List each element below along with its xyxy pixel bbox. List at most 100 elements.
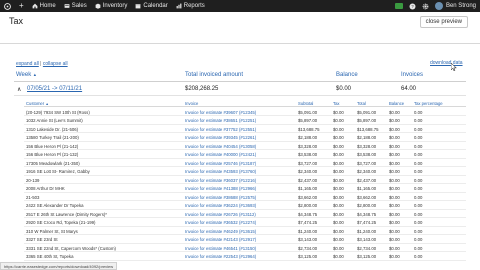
row-invoice-link[interactable]: Invoice for estimate #37752 (#12551) xyxy=(185,127,256,132)
row-balance: $0.00 xyxy=(389,245,400,251)
week-divider xyxy=(14,95,466,96)
page-header xyxy=(0,12,480,44)
column-header-week-label: Week xyxy=(16,72,32,78)
row-invoice-link[interactable]: Invoice for estimate #36037 (#12216) xyxy=(185,178,256,183)
row-tax: $0.00 xyxy=(333,254,344,259)
row-subtotal: $2,734.00 xyxy=(298,245,318,251)
nav-home[interactable]: Home xyxy=(32,3,56,9)
expand-collapse-links: expand all | collapse all xyxy=(16,61,68,67)
row-invoice-link[interactable]: Invoice for estimate #22543 (#12964) xyxy=(185,254,256,259)
row-customer: 21-503 xyxy=(26,194,40,200)
row-invoice-link[interactable]: Invoice for estimate #25746 (#13187) xyxy=(185,161,256,166)
row-invoice-link[interactable]: Invoice for estimate #39607 (#12345) xyxy=(185,110,256,115)
row-balance: $0.00 xyxy=(389,160,400,166)
row-invoice-link[interactable]: Invoice for estimate #36224 (#13693) xyxy=(185,203,256,208)
nav-reports-label: Reports xyxy=(183,3,205,9)
row-subtotal: $3,538.00 xyxy=(298,152,318,157)
row-tax-percentage: 0.00 xyxy=(414,177,423,183)
row-customer: 17305 Meadowlark (21-350) xyxy=(26,160,80,166)
row-invoice-link[interactable]: Invoice for estimate #42143 (#12917) xyxy=(185,237,256,242)
column-header-total-invoiced[interactable]: Total invoiced amount xyxy=(185,72,243,78)
collapse-all-link[interactable]: collapse all xyxy=(43,61,68,67)
row-subtotal: $3,662.00 xyxy=(298,194,318,200)
row-invoice-link[interactable]: Invoice for estimate #40000 (#12421) xyxy=(185,152,256,157)
top-right-controls: ? Ben Strong xyxy=(389,0,476,12)
row-tax: $0.00 xyxy=(333,160,344,166)
row-tax: $0.00 xyxy=(333,203,344,208)
help-icon[interactable]: ? xyxy=(409,2,416,10)
week-invoices: 64.00 xyxy=(401,86,417,92)
add-icon[interactable]: + xyxy=(19,2,24,10)
row-invoice-link[interactable]: Invoice for estimate #26726 (#13112) xyxy=(185,212,256,217)
row-balance: $0.00 xyxy=(389,211,400,217)
row-tax-percentage: 0.00 xyxy=(414,194,423,200)
row-invoice-link[interactable]: Invoice for estimate #38688 (#12575) xyxy=(185,195,256,200)
row-tax: $0.00 xyxy=(333,228,344,234)
row-tax-percentage: 0.00 xyxy=(414,135,423,140)
table-row: (20-129) 7934 SW 10th St (Ross) Invoice f… xyxy=(24,108,466,116)
row-invoice-link[interactable]: Invoice for estimate #43593 (#13760) xyxy=(185,169,256,174)
row-invoice-link[interactable]: Invoice for estimate #38651 (#12251) xyxy=(185,118,256,123)
calendar-icon xyxy=(135,4,141,9)
nav-inventory[interactable]: Inventory xyxy=(95,3,128,9)
week-range-link[interactable]: 07/05/21 -> 07/11/21 xyxy=(27,86,82,92)
row-total: $13,688.75 xyxy=(357,126,379,132)
detail-header-divider xyxy=(24,106,466,107)
row-invoice-link[interactable]: Invoice for estimate #46249 (#13615) xyxy=(185,229,256,234)
extension-badge-icon[interactable] xyxy=(394,3,403,9)
reports-icon xyxy=(176,3,182,9)
nav-reports[interactable]: Reports xyxy=(176,3,205,9)
close-preview-button[interactable]: close preview xyxy=(419,16,468,28)
row-tax-percentage: 0.00 xyxy=(414,118,423,123)
row-total: $2,188.00 xyxy=(357,135,377,140)
row-tax: $0.00 xyxy=(333,194,344,200)
row-invoice-link[interactable]: Invoice for estimate #39345 (#12261) xyxy=(185,135,256,140)
sort-asc-icon: ▲ xyxy=(32,72,37,77)
row-total: $1,240.00 xyxy=(357,228,377,234)
row-tax-percentage: 0.00 xyxy=(414,152,423,157)
row-balance: $0.00 xyxy=(389,254,400,259)
row-tax-percentage: 0.00 xyxy=(414,237,423,242)
table-row: 3327 SE 23rd St Invoice for estimate #421… xyxy=(24,236,466,244)
row-total: $5,091.00 xyxy=(357,109,377,115)
nav-calendar-label: Calendar xyxy=(143,3,168,9)
row-invoice-link[interactable]: Invoice for estimate #36532 (#12274) xyxy=(185,220,256,225)
gear-icon[interactable] xyxy=(422,3,429,10)
row-customer: 310 W Palmer St, St Marys xyxy=(26,228,78,234)
table-row: 2517 E 26th St Lawrence (Dimity Rogers)*… xyxy=(24,210,466,218)
table-row: 2920 SE Croco Rd, Topeka (21-199) Invoice… xyxy=(24,219,466,227)
row-subtotal: $5,897.00 xyxy=(298,118,318,123)
row-invoice-link[interactable]: Invoice for estimate #46541 (#13150) xyxy=(185,246,256,251)
row-customer: 13580 Turkey Trail (21-200) xyxy=(26,135,79,140)
column-header-invoices[interactable]: Invoices xyxy=(401,72,423,78)
app-logo-icon[interactable] xyxy=(4,2,11,10)
row-balance: $0.00 xyxy=(389,186,400,191)
table-row: 310 W Palmer St, St Marys Invoice for est… xyxy=(24,227,466,235)
user-name[interactable]: Ben Strong xyxy=(446,3,476,9)
week-collapse-toggle[interactable]: ∧ xyxy=(17,86,21,93)
download-data-link[interactable]: download data xyxy=(430,60,463,66)
column-header-balance[interactable]: Balance xyxy=(336,72,358,78)
row-total: $1,165.00 xyxy=(357,186,377,191)
table-row: 21-503 Invoice for estimate #38688 (#1257… xyxy=(24,193,466,201)
avatar[interactable] xyxy=(434,2,443,10)
row-subtotal: $2,340.00 xyxy=(298,169,318,174)
row-subtotal: $3,143.00 xyxy=(298,237,318,242)
status-bar-url: https://carrie.easestedge.com/reports/do… xyxy=(0,262,118,270)
row-tax: $0.00 xyxy=(333,143,344,149)
nav-sales[interactable]: Sales xyxy=(64,3,87,9)
nav-inventory-label: Inventory xyxy=(102,3,128,9)
row-customer: 3331 SE 22nd St, Capercorn Woods* (Custo… xyxy=(26,245,116,251)
row-subtotal: $7,474.25 xyxy=(298,220,318,225)
row-tax-percentage: 0.00 xyxy=(414,126,423,132)
row-balance: $0.00 xyxy=(389,220,400,225)
table-row: 156 Blue Heron Pl (21-132) Invoice for es… xyxy=(24,151,466,159)
row-tax: $0.00 xyxy=(333,152,344,157)
expand-all-link[interactable]: expand all xyxy=(16,61,39,67)
row-customer: 2422 SE Alexander Dr Topeka xyxy=(26,203,84,208)
row-invoice-link[interactable]: Invoice for estimate #40454 (#13058) xyxy=(185,144,256,149)
column-header-week[interactable]: Week ▲ xyxy=(16,72,37,78)
nav-calendar[interactable]: Calendar xyxy=(135,3,168,9)
row-invoice-link[interactable]: Invoice for estimate #41388 (#12966) xyxy=(185,186,256,191)
row-balance: $0.00 xyxy=(389,152,400,157)
